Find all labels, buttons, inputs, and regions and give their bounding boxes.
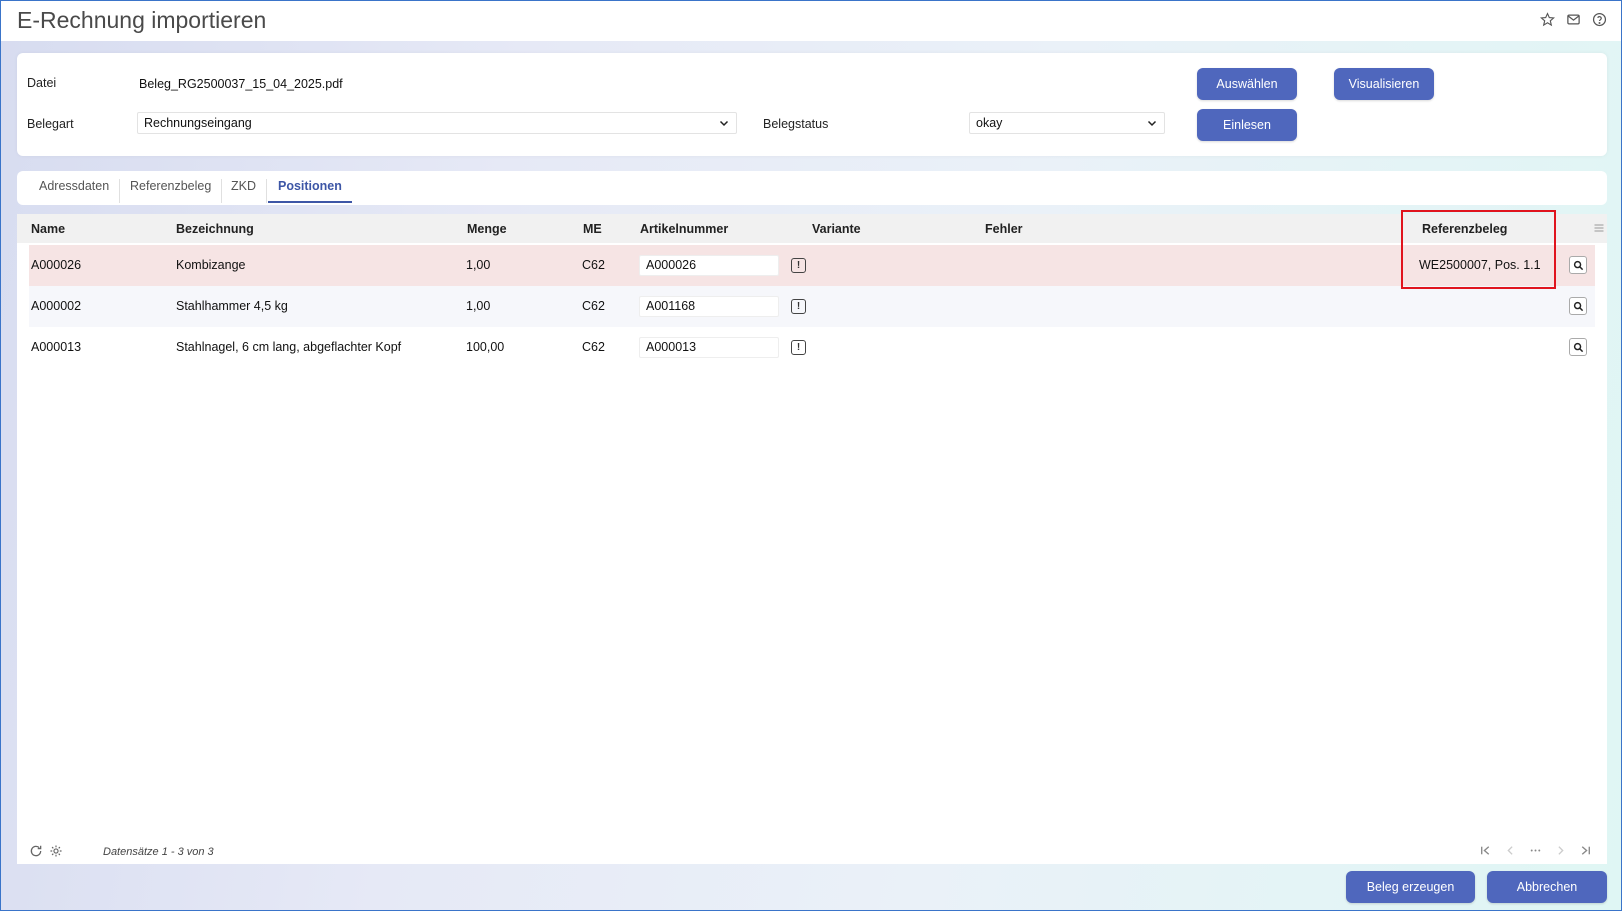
last-page-icon[interactable] xyxy=(1579,844,1592,857)
tab-adressdaten[interactable]: Adressdaten xyxy=(29,179,121,203)
datei-label: Datei xyxy=(27,76,57,90)
search-icon[interactable] xyxy=(1569,297,1587,315)
belegart-label: Belegart xyxy=(27,117,74,131)
col-header-bezeichnung[interactable]: Bezeichnung xyxy=(176,222,254,236)
col-header-variante[interactable]: Variante xyxy=(812,222,861,236)
info-icon[interactable]: ! xyxy=(791,299,806,314)
chevron-down-icon xyxy=(1147,120,1157,127)
star-icon[interactable] xyxy=(1539,11,1555,27)
prev-page-icon[interactable] xyxy=(1504,844,1517,857)
cell-me: C62 xyxy=(582,258,605,272)
belegstatus-select[interactable]: okay xyxy=(969,112,1165,134)
cell-menge: 100,00 xyxy=(466,340,505,354)
col-header-menge[interactable]: Menge xyxy=(467,222,507,236)
belegstatus-select-value: okay xyxy=(976,116,1003,130)
einlesen-button[interactable]: Einlesen xyxy=(1197,109,1297,141)
chevron-down-icon xyxy=(719,120,729,127)
col-header-name[interactable]: Name xyxy=(31,222,65,236)
cell-name: A000026 xyxy=(31,258,82,272)
tab-zkd[interactable]: ZKD xyxy=(221,179,267,203)
cell-bezeichnung: Stahlhammer 4,5 kg xyxy=(176,299,288,313)
beleg-erzeugen-button[interactable]: Beleg erzeugen xyxy=(1346,871,1475,903)
settings-icon[interactable] xyxy=(49,844,63,858)
datei-value: Beleg_RG2500037_15_04_2025.pdf xyxy=(139,77,343,91)
records-count: Datensätze 1 - 3 von 3 xyxy=(103,846,214,858)
help-icon[interactable] xyxy=(1591,11,1607,27)
positions-grid: Name Bezeichnung Menge ME Artikelnummer … xyxy=(17,214,1607,864)
belegstatus-label: Belegstatus xyxy=(763,117,829,131)
col-header-me[interactable]: ME xyxy=(583,222,602,236)
belegart-select-value: Rechnungseingang xyxy=(144,116,252,130)
tab-positionen[interactable]: Positionen xyxy=(268,179,352,203)
search-icon[interactable] xyxy=(1569,256,1587,274)
more-pages-icon[interactable] xyxy=(1529,844,1542,857)
cell-me: C62 xyxy=(582,340,605,354)
refresh-icon[interactable] xyxy=(29,844,43,858)
belegart-select[interactable]: Rechnungseingang xyxy=(137,112,737,134)
col-header-fehler[interactable]: Fehler xyxy=(985,222,1023,236)
artikelnummer-input[interactable]: A000013 xyxy=(639,337,779,358)
info-icon[interactable]: ! xyxy=(791,340,806,355)
cell-menge: 1,00 xyxy=(466,299,491,313)
col-header-artikelnummer[interactable]: Artikelnummer xyxy=(640,222,728,236)
import-form-panel: Datei Beleg_RG2500037_15_04_2025.pdf Bel… xyxy=(17,53,1607,156)
tab-bar: Adressdaten Referenzbeleg ZKD Positionen xyxy=(17,171,1607,205)
pager xyxy=(1479,844,1592,857)
title-bar: E-Rechnung importieren xyxy=(1,1,1621,41)
next-page-icon[interactable] xyxy=(1554,844,1567,857)
auswaehlen-button[interactable]: Auswählen xyxy=(1197,68,1297,100)
grid-header: Name Bezeichnung Menge ME Artikelnummer … xyxy=(17,214,1607,243)
cell-menge: 1,00 xyxy=(466,258,491,272)
table-row[interactable]: A000026 Kombizange 1,00 C62 A000026 ! WE… xyxy=(29,245,1595,286)
column-menu-icon[interactable] xyxy=(1593,222,1605,234)
visualisieren-button[interactable]: Visualisieren xyxy=(1334,68,1434,100)
window-title: E-Rechnung importieren xyxy=(17,7,267,33)
tab-referenzbeleg[interactable]: Referenzbeleg xyxy=(120,179,223,203)
table-row[interactable]: A000013 Stahlnagel, 6 cm lang, abgeflach… xyxy=(29,327,1595,368)
cell-name: A000002 xyxy=(31,299,82,313)
search-icon[interactable] xyxy=(1569,338,1587,356)
cell-name: A000013 xyxy=(31,340,82,354)
abbrechen-button[interactable]: Abbrechen xyxy=(1487,871,1607,903)
referenzbeleg-highlight-box xyxy=(1401,210,1556,289)
artikelnummer-input[interactable]: A001168 xyxy=(639,296,779,317)
cell-bezeichnung: Kombizange xyxy=(176,258,246,272)
title-icons xyxy=(1539,11,1607,27)
cell-me: C62 xyxy=(582,299,605,313)
mail-icon[interactable] xyxy=(1565,11,1581,27)
first-page-icon[interactable] xyxy=(1479,844,1492,857)
artikelnummer-input[interactable]: A000026 xyxy=(639,255,779,276)
cell-bezeichnung: Stahlnagel, 6 cm lang, abgeflachter Kopf xyxy=(176,340,402,354)
info-icon[interactable]: ! xyxy=(791,258,806,273)
table-row[interactable]: A000002 Stahlhammer 4,5 kg 1,00 C62 A001… xyxy=(29,286,1595,327)
